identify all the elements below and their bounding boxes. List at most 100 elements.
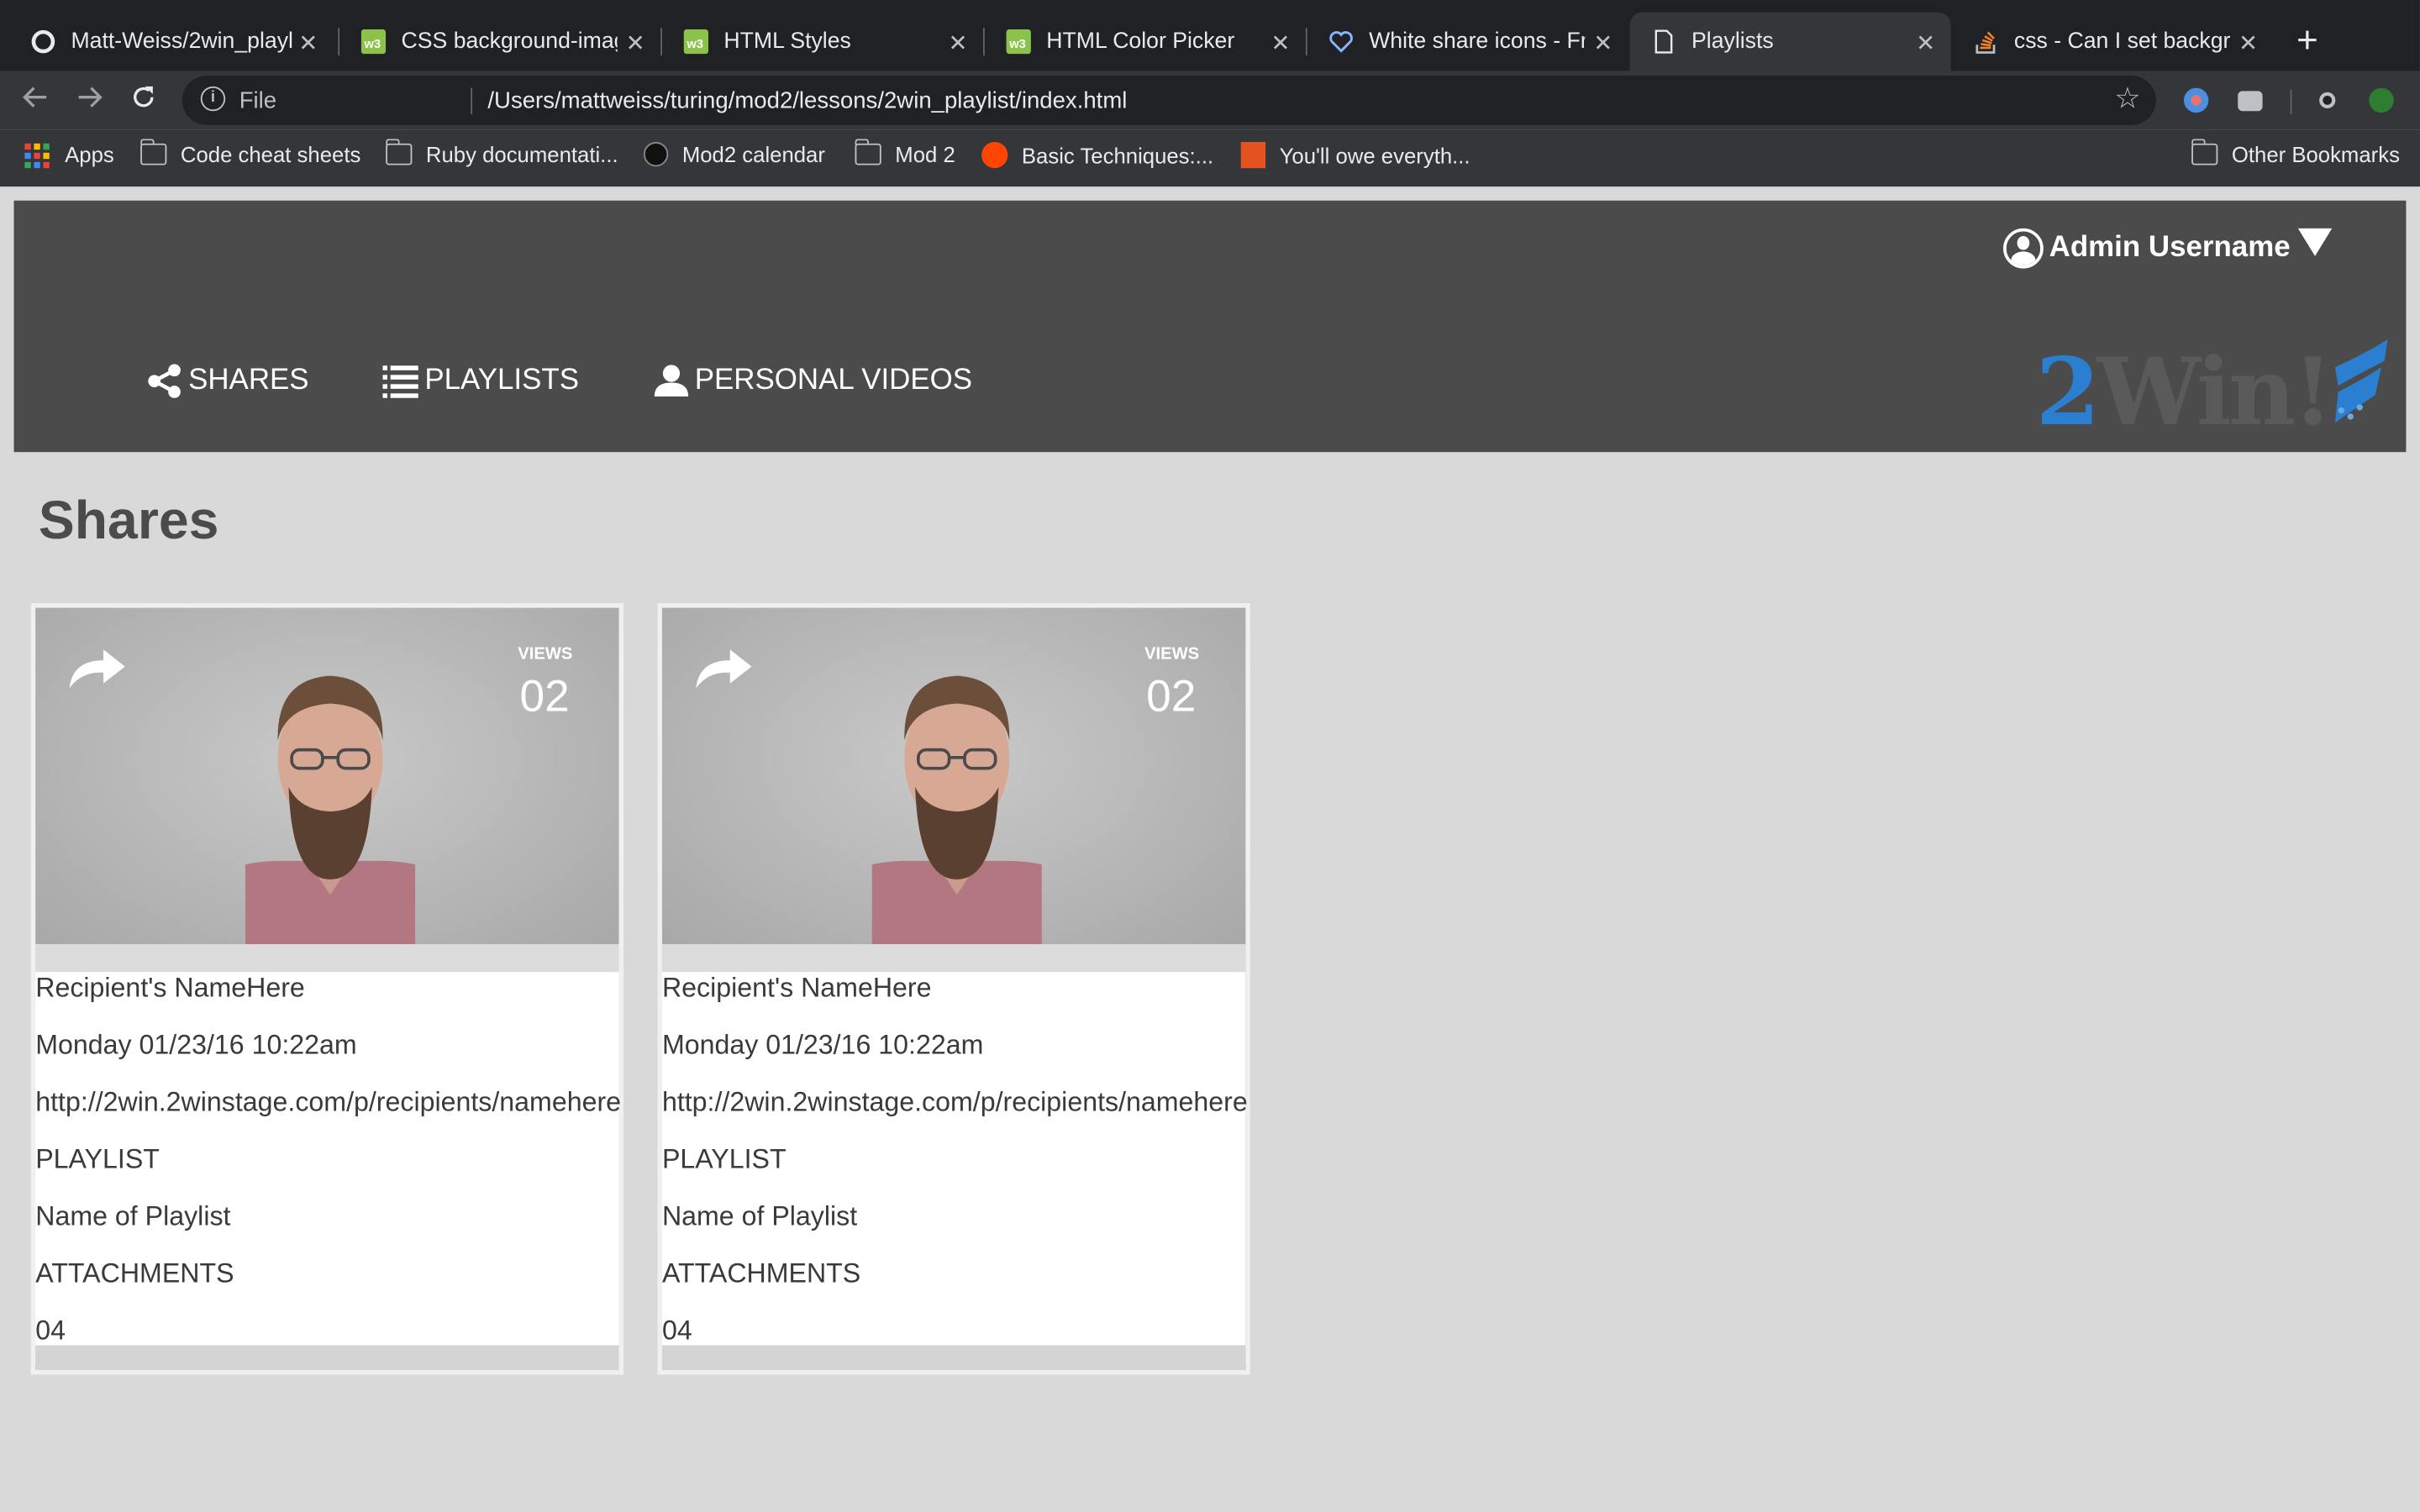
new-tab-button[interactable]: + [2296,20,2318,63]
bookmark-label: Basic Techniques:... [1021,142,1214,168]
card-footer [661,1345,1246,1370]
person-icon [654,365,689,397]
person-photo [871,675,1042,945]
close-icon[interactable]: ✕ [298,29,318,57]
info-icon[interactable]: i [200,86,226,112]
bookmark-label: Ruby documentati... [425,141,618,167]
screen-extension-icon[interactable] [2315,87,2340,113]
share-arrow-icon[interactable] [66,648,128,690]
forward-button[interactable] [76,83,103,120]
page-title: Shares [38,491,219,551]
svg-text:w3: w3 [686,38,703,51]
omnibox-divider [471,87,473,114]
card-divider [661,944,1246,973]
reload-button[interactable] [129,83,157,120]
video-thumbnail[interactable]: VIEWS 02 [661,607,1246,945]
nav-personal-videos[interactable]: PERSONAL VIDEOS [653,364,972,397]
views-count: 02 [1146,672,1197,722]
close-icon[interactable]: ✕ [626,29,645,57]
bookmark-other-bookmarks[interactable]: Other Bookmarks [2191,139,2400,167]
folder-icon [2191,139,2218,165]
tab-title: HTML Color Picker [1046,29,1235,55]
bookmark-label: Other Bookmarks [2231,141,2400,167]
tab-stackoverflow[interactable]: css - Can I set backgr ✕ [1952,13,2273,71]
tumblr-icon [1240,141,1266,169]
user-menu[interactable]: Admin Username [2002,228,2333,269]
bookmark-mod-2[interactable]: Mod 2 [854,139,955,167]
apps-icon [24,143,50,169]
views-count: 02 [519,672,570,722]
tab-color-picker[interactable]: w3 HTML Color Picker ✕ [985,13,1306,71]
github-icon [31,29,55,54]
url-text[interactable]: /Users/mattweiss/turing/mod2/lessons/2wi… [487,88,1127,114]
views-label: VIEWS [1144,644,1200,664]
bookmark-mod2-calendar[interactable]: Mod2 calendar [643,141,825,167]
bookmark-star-icon[interactable]: ☆ [2114,81,2140,117]
svg-text:w3: w3 [363,38,381,51]
bookmark-apps[interactable]: Apps [24,142,114,169]
nav-playlists[interactable]: PLAYLISTS [382,364,579,398]
back-arrow-icon [23,87,47,108]
attachments-count: 04 [35,1314,66,1346]
nav-label: PERSONAL VIDEOS [694,364,973,397]
turing-icon [643,141,669,167]
share-url[interactable]: http://2win.2winstage.com/p/recipients/n… [35,1086,621,1119]
video-thumbnail[interactable]: VIEWS 02 [35,607,619,945]
playlist-label: PLAYLIST [35,1142,160,1174]
card-divider [35,944,619,973]
tab-title: Matt-Weiss/2win_playl [71,29,293,55]
heart-icon [1328,29,1353,54]
close-icon[interactable]: ✕ [1270,29,1290,57]
browser-toolbar: i File /Users/mattweiss/turing/mod2/less… [0,71,2420,130]
share-date: Monday 01/23/16 10:22am [661,1029,984,1060]
site-header: Admin Username SHARES PLAYLISTS PERSONAL… [13,200,2407,453]
tab-title: CSS background-imag [401,29,618,55]
tab-title: HTML Styles [723,29,851,55]
tab-css-background[interactable]: w3 CSS background-imag ✕ [339,13,660,71]
recipient-name: Recipient's NameHere [35,972,305,1003]
close-icon[interactable]: ✕ [1916,29,1935,57]
user-circle-icon [2002,228,2044,269]
bookmark-label: Mod 2 [895,141,955,167]
bookmark-youll-owe[interactable]: You'll owe everyth... [1240,141,1470,169]
bookmark-ruby-docs[interactable]: Ruby documentati... [385,139,618,167]
dropdown-caret-icon[interactable] [2297,228,2333,256]
stackoverflow-icon [1974,29,1998,54]
attachments-label: ATTACHMENTS [661,1257,861,1289]
upload-extension-icon[interactable] [2369,87,2394,113]
reload-icon [134,86,154,108]
recipient-name: Recipient's NameHere [661,972,932,1003]
page-icon [1651,29,1676,54]
card-footer [35,1345,619,1370]
share-card[interactable]: VIEWS 02 Recipient's NameHere Monday 01/… [657,603,1250,1375]
share-arrow-icon[interactable] [693,648,755,690]
bookmark-label: Code cheat sheets [180,141,361,167]
tab-github[interactable]: Matt-Weiss/2win_playl ✕ [9,13,334,71]
folder-icon [385,139,413,165]
address-bar[interactable]: i File /Users/mattweiss/turing/mod2/less… [182,75,2156,125]
logo-flag-icon [2334,339,2388,423]
tab-playlists[interactable]: Playlists ✕ [1629,12,1951,71]
bookmark-code-cheat-sheets[interactable]: Code cheat sheets [139,139,361,167]
share-card[interactable]: VIEWS 02 Recipient's NameHere Monday 01/… [30,603,624,1375]
attachments-count: 04 [661,1314,692,1346]
close-icon[interactable]: ✕ [1593,29,1612,57]
bookmarks-bar: Apps Code cheat sheets Ruby documentati.… [0,129,2420,187]
w3schools-icon: w3 [1006,29,1031,55]
extension-icon[interactable] [2183,87,2209,113]
tab-share-icons[interactable]: White share icons - Fr ✕ [1307,13,1628,71]
folder-icon [854,139,881,165]
share-url[interactable]: http://2win.2winstage.com/p/recipients/n… [662,1086,1248,1119]
card-details: Recipient's NameHere Monday 01/23/16 10:… [35,972,621,1346]
camera-icon[interactable] [2238,91,2263,112]
back-button[interactable] [22,83,50,120]
bookmark-basic-techniques[interactable]: Basic Techniques:... [981,141,1214,169]
close-icon[interactable]: ✕ [2238,29,2258,57]
nav-shares[interactable]: SHARES [146,364,309,398]
close-icon[interactable]: ✕ [949,29,968,57]
tab-html-styles[interactable]: w3 HTML Styles ✕ [662,13,983,71]
attachments-label: ATTACHMENTS [35,1257,234,1289]
main-nav: SHARES PLAYLISTS PERSONAL VIDEOS [146,364,1046,398]
toolbar-divider [2290,89,2292,114]
brand-logo[interactable]: 2Win! [2036,339,2391,448]
